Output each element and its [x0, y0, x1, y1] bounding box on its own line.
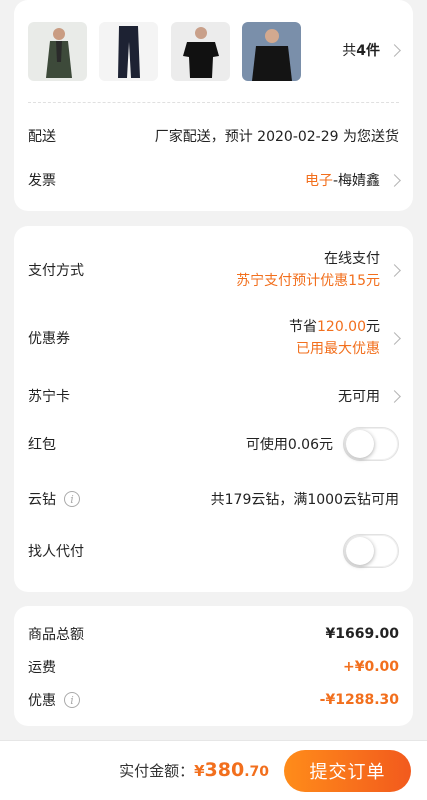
suning-card-label: 苏宁卡 [28, 386, 70, 406]
toggle-knob [346, 430, 374, 458]
product-thumbnail-4[interactable] [242, 22, 301, 81]
delivery-row: 配送 厂家配送，预计 2020-02-29 为您送货 [28, 126, 399, 146]
invoice-type: 电子 [305, 170, 333, 190]
pay-for-me-row: 找人代付 [28, 534, 399, 568]
amount-display: 实付金额： ¥ 380 .70 [119, 759, 269, 781]
payment-method-stack: 在线支付 苏宁支付预计优惠15元 [236, 248, 380, 292]
suning-card-value: 无可用 [338, 386, 399, 406]
shipping-value: +¥0.00 [343, 659, 399, 675]
order-info-card: 共 4件 配送 厂家配送，预计 2020-02-29 为您送货 发票 电子 -梅… [14, 0, 413, 211]
amount-currency: ¥ [194, 762, 204, 780]
black-sweater-model-image [242, 22, 301, 81]
divider [28, 102, 399, 103]
coupon-label: 优惠券 [28, 328, 70, 348]
amount-label: 实付金额： [119, 760, 194, 781]
info-icon[interactable]: i [64, 692, 80, 708]
red-packet-toggle[interactable] [343, 427, 399, 461]
invoice-name: -梅婧鑫 [333, 170, 380, 190]
coupon-stack: 节省120.00元 已用最大优惠 [289, 316, 380, 360]
discount-row: 优惠 i -¥1288.30 [28, 690, 399, 710]
pay-for-me-control [343, 534, 399, 568]
chevron-right-icon [388, 264, 401, 277]
chevron-right-icon [388, 332, 401, 345]
checkout-bar: 实付金额： ¥ 380 .70 提交订单 [0, 740, 427, 800]
payment-method-row[interactable]: 支付方式 在线支付 苏宁支付预计优惠15元 [28, 248, 399, 292]
invoice-value: 电子 -梅婧鑫 [305, 170, 399, 190]
chevron-right-icon [388, 390, 401, 403]
suning-card-status: 无可用 [338, 386, 380, 406]
shipping-label: 运费 [28, 657, 56, 677]
product-count-prefix: 共 [342, 40, 356, 60]
price-summary-card: 商品总额 ¥1669.00 运费 +¥0.00 优惠 i -¥1288.30 [14, 606, 413, 726]
total-label: 商品总额 [28, 624, 84, 644]
product-count-value: 4件 [356, 40, 380, 60]
red-packet-row: 红包 可使用0.06元 [28, 427, 399, 461]
coupon-save: 节省120.00元 [289, 316, 380, 338]
coat-model-image [28, 22, 87, 81]
delivery-value: 厂家配送，预计 2020-02-29 为您送货 [155, 126, 399, 146]
coupon-save-amount: 120.00 [317, 319, 366, 335]
jeans-image [99, 22, 158, 81]
black-tshirt-model-image [171, 22, 230, 81]
discount-value: -¥1288.30 [320, 692, 399, 708]
coupon-save-prefix: 节省 [289, 319, 317, 335]
cloud-diamond-row: 云钻 i 共179云钻，满1000云钻可用 [28, 489, 399, 509]
product-count[interactable]: 共 4件 [319, 40, 399, 60]
cloud-diamond-label: 云钻 [28, 489, 56, 509]
shipping-row: 运费 +¥0.00 [28, 657, 399, 677]
product-thumbnail-1[interactable] [28, 22, 87, 81]
amount-decimal: .70 [244, 764, 269, 780]
toggle-knob [346, 537, 374, 565]
invoice-row[interactable]: 发票 电子 -梅婧鑫 [28, 170, 399, 190]
payment-promo: 苏宁支付预计优惠15元 [236, 270, 380, 292]
payment-method-value: 在线支付 苏宁支付预计优惠15元 [236, 248, 399, 292]
chevron-right-icon [388, 44, 401, 57]
product-thumbnail-3[interactable] [171, 22, 230, 81]
submit-order-button[interactable]: 提交订单 [284, 750, 411, 792]
coupon-save-suffix: 元 [366, 319, 380, 335]
coupon-status: 已用最大优惠 [296, 338, 380, 360]
product-count-text: 共 4件 [342, 40, 399, 60]
red-packet-label: 红包 [28, 434, 56, 454]
info-icon[interactable]: i [64, 491, 80, 507]
payment-method-name: 在线支付 [324, 248, 380, 270]
invoice-label: 发票 [28, 170, 56, 190]
discount-label: 优惠 [28, 690, 56, 710]
total-row: 商品总额 ¥1669.00 [28, 624, 399, 644]
amount-integer: 380 [205, 759, 245, 781]
product-thumbnail-2[interactable] [99, 22, 158, 81]
pay-for-me-toggle[interactable] [343, 534, 399, 568]
total-value: ¥1669.00 [325, 626, 399, 642]
cloud-diamond-value: 共179云钻，满1000云钻可用 [211, 489, 399, 509]
suning-card-row[interactable]: 苏宁卡 无可用 [28, 386, 399, 406]
payment-method-label: 支付方式 [28, 260, 84, 280]
red-packet-amount: 可使用0.06元 [246, 434, 333, 454]
coupon-value: 节省120.00元 已用最大优惠 [289, 316, 399, 360]
payment-options-card: 支付方式 在线支付 苏宁支付预计优惠15元 优惠券 节省120.00元 已用最大… [14, 226, 413, 592]
delivery-label: 配送 [28, 126, 56, 146]
red-packet-value: 可使用0.06元 [246, 427, 399, 461]
coupon-row[interactable]: 优惠券 节省120.00元 已用最大优惠 [28, 316, 399, 360]
chevron-right-icon [388, 174, 401, 187]
pay-for-me-label: 找人代付 [28, 541, 84, 561]
